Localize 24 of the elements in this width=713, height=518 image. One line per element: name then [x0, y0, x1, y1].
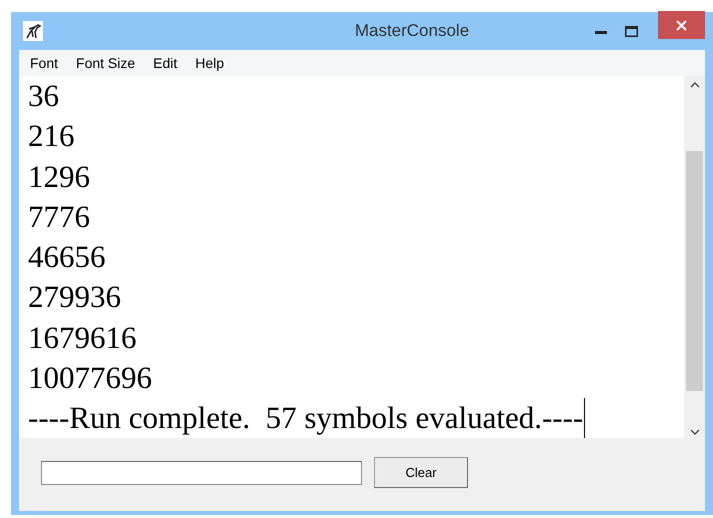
scrollbar[interactable] [684, 76, 705, 438]
dinosaur-icon [23, 21, 43, 41]
window-title: MasterConsole [354, 20, 470, 42]
output-line: 1296 [28, 158, 90, 196]
scroll-down-icon[interactable] [690, 429, 700, 435]
close-icon [676, 20, 687, 30]
output-line: 1679616 [28, 318, 136, 357]
minimize-icon[interactable] [595, 31, 607, 35]
output-line: 216 [28, 117, 74, 156]
output-line: 36 [28, 77, 59, 115]
maximize-icon[interactable] [625, 26, 638, 36]
menu-item[interactable]: Font [30, 52, 58, 74]
output-line: 46656 [28, 238, 106, 276]
input-field[interactable] [41, 460, 362, 484]
menu-item[interactable]: Edit [153, 52, 178, 74]
scroll-up-icon[interactable] [690, 82, 700, 88]
scroll-thumb[interactable] [686, 151, 703, 391]
menu-item[interactable]: Font Size [76, 52, 136, 74]
close-button[interactable] [658, 11, 705, 39]
output-line: 279936 [28, 278, 121, 316]
menu-item[interactable]: Help [195, 52, 224, 74]
output-line: 10077696 [28, 359, 152, 398]
clear-button[interactable]: Clear [374, 457, 468, 488]
output-line: 7776 [28, 198, 90, 236]
